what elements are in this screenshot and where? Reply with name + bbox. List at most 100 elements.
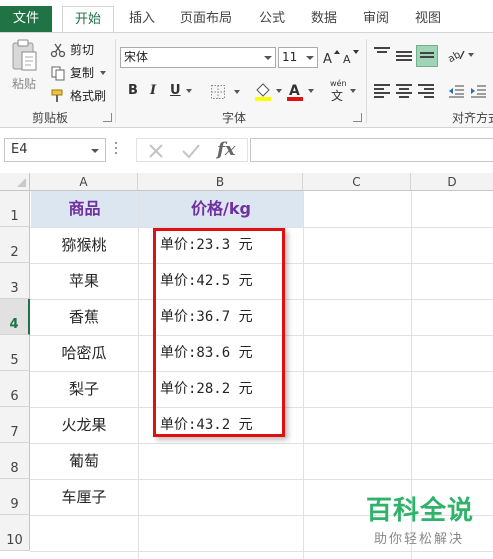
tab-review[interactable]: 审阅 — [354, 6, 398, 32]
price-highlight-box — [153, 228, 285, 437]
watermark-title: 百科全说 — [366, 496, 475, 526]
formula-bar-grip[interactable] — [115, 142, 118, 158]
phonetic-button[interactable]: wén 文 — [330, 79, 347, 102]
border-icon — [211, 85, 225, 99]
font-name-value: 宋体 — [124, 50, 149, 64]
font-size-value: 11 — [282, 50, 298, 64]
font-dialog-launcher-icon[interactable] — [353, 113, 362, 122]
copy-label: 复制 — [70, 66, 95, 80]
alignment-group-label: 对齐方式 — [452, 111, 493, 125]
cut-button[interactable]: 剪切 — [50, 41, 94, 58]
row-header-6[interactable]: 6 — [0, 371, 30, 407]
tab-formulas[interactable]: 公式 — [250, 6, 294, 32]
row-header-9[interactable]: 9 — [0, 479, 30, 515]
column-header-b[interactable]: B — [138, 173, 303, 191]
font-name-dropdown-icon[interactable] — [264, 56, 272, 60]
clipboard-dialog-launcher-icon[interactable] — [103, 113, 112, 122]
shrink-font-button[interactable]: A — [342, 48, 360, 66]
tab-home[interactable]: 开始 — [62, 6, 114, 33]
enter-check-icon[interactable] — [181, 142, 201, 160]
row-header-8[interactable]: 8 — [0, 443, 30, 479]
cell-a2[interactable]: 猕猴桃 — [30, 227, 138, 263]
cell-b1-price-header[interactable]: 价格/kg — [139, 191, 303, 227]
decrease-indent-button[interactable] — [448, 83, 464, 99]
underline-button[interactable]: U — [170, 83, 181, 98]
tab-file[interactable]: 文件 — [0, 6, 52, 32]
paste-button[interactable]: 粘贴 — [6, 39, 42, 99]
copy-icon — [51, 66, 65, 80]
cell-a3[interactable]: 苹果 — [30, 263, 138, 299]
font-size-dropdown-icon[interactable] — [306, 56, 314, 60]
cancel-icon[interactable] — [147, 142, 165, 160]
insert-function-icon[interactable]: fx — [217, 139, 235, 160]
name-box[interactable]: E4 — [4, 138, 106, 162]
increase-indent-icon — [471, 85, 486, 98]
orientation-button[interactable]: ab — [448, 47, 474, 63]
cell-a9[interactable]: 车厘子 — [30, 479, 138, 515]
column-header-c[interactable]: C — [303, 173, 411, 191]
formula-actions: fx — [136, 138, 248, 162]
group-divider — [115, 39, 116, 123]
row-header-7[interactable]: 7 — [0, 407, 30, 443]
middle-align-icon[interactable] — [396, 51, 412, 63]
ribbon-home-panel: 粘贴 剪切 复制 格式刷 剪贴板 宋体 11 A A B I U A wén 文… — [0, 32, 493, 128]
font-color-button[interactable]: A — [286, 81, 314, 101]
grow-font-button[interactable]: A — [322, 48, 340, 66]
svg-text:A: A — [323, 52, 332, 66]
cell-a7[interactable]: 火龙果 — [30, 407, 138, 443]
format-painter-button[interactable]: 格式刷 — [50, 87, 106, 104]
underline-dropdown-icon[interactable] — [186, 89, 192, 93]
row-header-4[interactable]: 4 — [0, 299, 30, 335]
row-header-2[interactable]: 2 — [0, 227, 30, 263]
phonetic-dropdown-icon[interactable] — [350, 89, 356, 93]
font-name-combo[interactable]: 宋体 — [120, 47, 276, 68]
border-button[interactable] — [210, 84, 240, 100]
bold-button[interactable]: B — [128, 83, 138, 98]
phonetic-label: wén — [330, 79, 347, 88]
svg-text:ab: ab — [448, 49, 463, 63]
ribbon-tab-bar: 文件 开始 插入 页面布局 公式 数据 审阅 视图 — [0, 0, 493, 33]
fill-bucket-icon — [255, 83, 271, 101]
top-align-icon[interactable] — [374, 47, 390, 59]
border-dropdown-icon[interactable] — [234, 90, 240, 94]
gridline — [303, 191, 304, 559]
align-left-icon[interactable] — [374, 84, 390, 100]
align-center-icon[interactable] — [396, 84, 412, 100]
row-header-1[interactable]: 1 — [0, 191, 30, 227]
increase-indent-button[interactable] — [470, 83, 486, 99]
font-size-combo[interactable]: 11 — [278, 47, 318, 68]
tab-page-layout[interactable]: 页面布局 — [172, 6, 240, 32]
fill-color-button[interactable] — [254, 81, 282, 101]
font-color-dropdown-icon[interactable] — [308, 89, 314, 93]
row-header-3[interactable]: 3 — [0, 263, 30, 299]
row-header-5[interactable]: 5 — [0, 335, 30, 371]
tab-data[interactable]: 数据 — [302, 6, 346, 32]
column-header-d[interactable]: D — [411, 173, 493, 191]
copy-dropdown-icon[interactable] — [100, 70, 107, 75]
cell-a6[interactable]: 梨子 — [30, 371, 138, 407]
paste-label: 粘贴 — [11, 77, 36, 91]
name-box-dropdown-icon[interactable] — [91, 149, 99, 153]
cell-a4[interactable]: 香蕉 — [30, 299, 138, 335]
select-all-corner[interactable] — [0, 173, 30, 191]
formula-bar: E4 fx — [0, 128, 493, 173]
bottom-align-icon[interactable] — [416, 45, 438, 67]
tab-insert[interactable]: 插入 — [120, 6, 164, 32]
column-header-a[interactable]: A — [30, 173, 138, 191]
cell-a8[interactable]: 葡萄 — [30, 443, 138, 479]
decrease-indent-icon — [449, 85, 464, 98]
cut-label: 剪切 — [70, 43, 95, 57]
formula-input[interactable] — [250, 138, 493, 162]
tab-view[interactable]: 视图 — [406, 6, 450, 32]
group-divider — [366, 39, 367, 123]
row-header-10[interactable]: 10 — [0, 515, 30, 551]
format-painter-label: 格式刷 — [70, 89, 107, 103]
italic-button[interactable]: I — [150, 83, 156, 98]
orientation-dropdown-icon[interactable] — [468, 53, 474, 57]
cell-a5[interactable]: 哈密瓜 — [30, 335, 138, 371]
clipboard-group-label: 剪贴板 — [32, 111, 69, 125]
align-right-icon[interactable] — [418, 84, 434, 100]
cell-a1-product-header[interactable]: 商品 — [31, 191, 138, 227]
copy-button[interactable]: 复制 — [50, 64, 107, 81]
fill-color-dropdown-icon[interactable] — [276, 89, 282, 93]
